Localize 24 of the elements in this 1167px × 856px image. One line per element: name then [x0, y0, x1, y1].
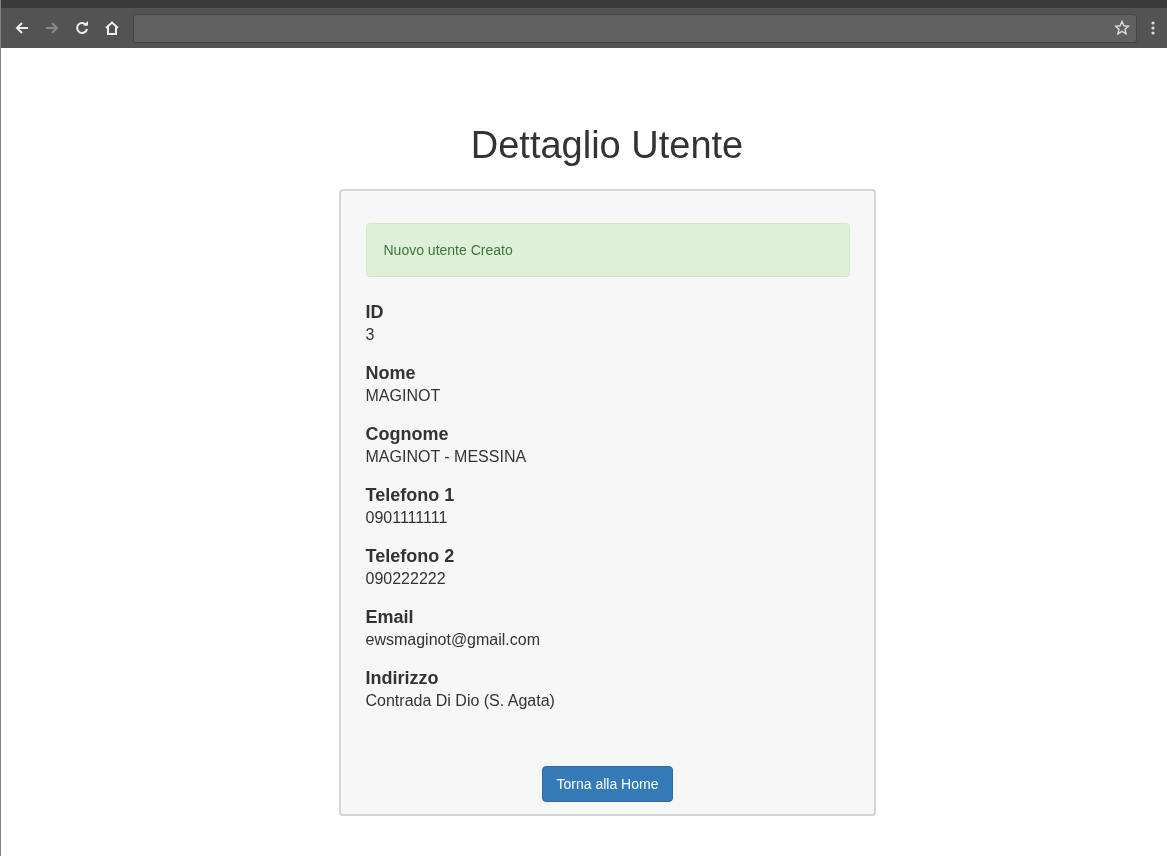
reload-icon	[74, 20, 90, 36]
field-label: Email	[365, 606, 415, 629]
address-field[interactable]	[133, 13, 1137, 43]
field-label: Telefono 1	[365, 484, 456, 507]
home-icon	[104, 20, 120, 36]
field-label: Telefono 2	[365, 545, 456, 568]
right-arrow-icon	[44, 20, 60, 36]
home-button[interactable]: Torna alla Home	[541, 766, 674, 802]
field-value: Contrada Di Dio (S. Agata)	[365, 691, 556, 711]
field-value: MAGINOT	[365, 386, 442, 406]
field-label: Cognome	[365, 423, 450, 446]
field-value: 090222222	[365, 569, 447, 589]
field-label: Indirizzo	[365, 667, 440, 690]
field-value: 0901111111	[365, 508, 449, 528]
field-value: MAGINOT - MESSINA	[365, 447, 528, 467]
field-label: Nome	[365, 362, 417, 385]
field-value: ewsmaginot@gmail.com	[365, 630, 542, 650]
page-title: Dettaglio Utente	[470, 124, 744, 167]
field-value: 3	[365, 325, 376, 345]
left-arrow-icon	[14, 20, 30, 36]
field-label: ID	[365, 301, 385, 324]
success-alert: Nuovo utente Creato	[365, 223, 850, 277]
bookmark-star-icon[interactable]	[1114, 20, 1130, 36]
menu-icon[interactable]	[1151, 20, 1155, 36]
